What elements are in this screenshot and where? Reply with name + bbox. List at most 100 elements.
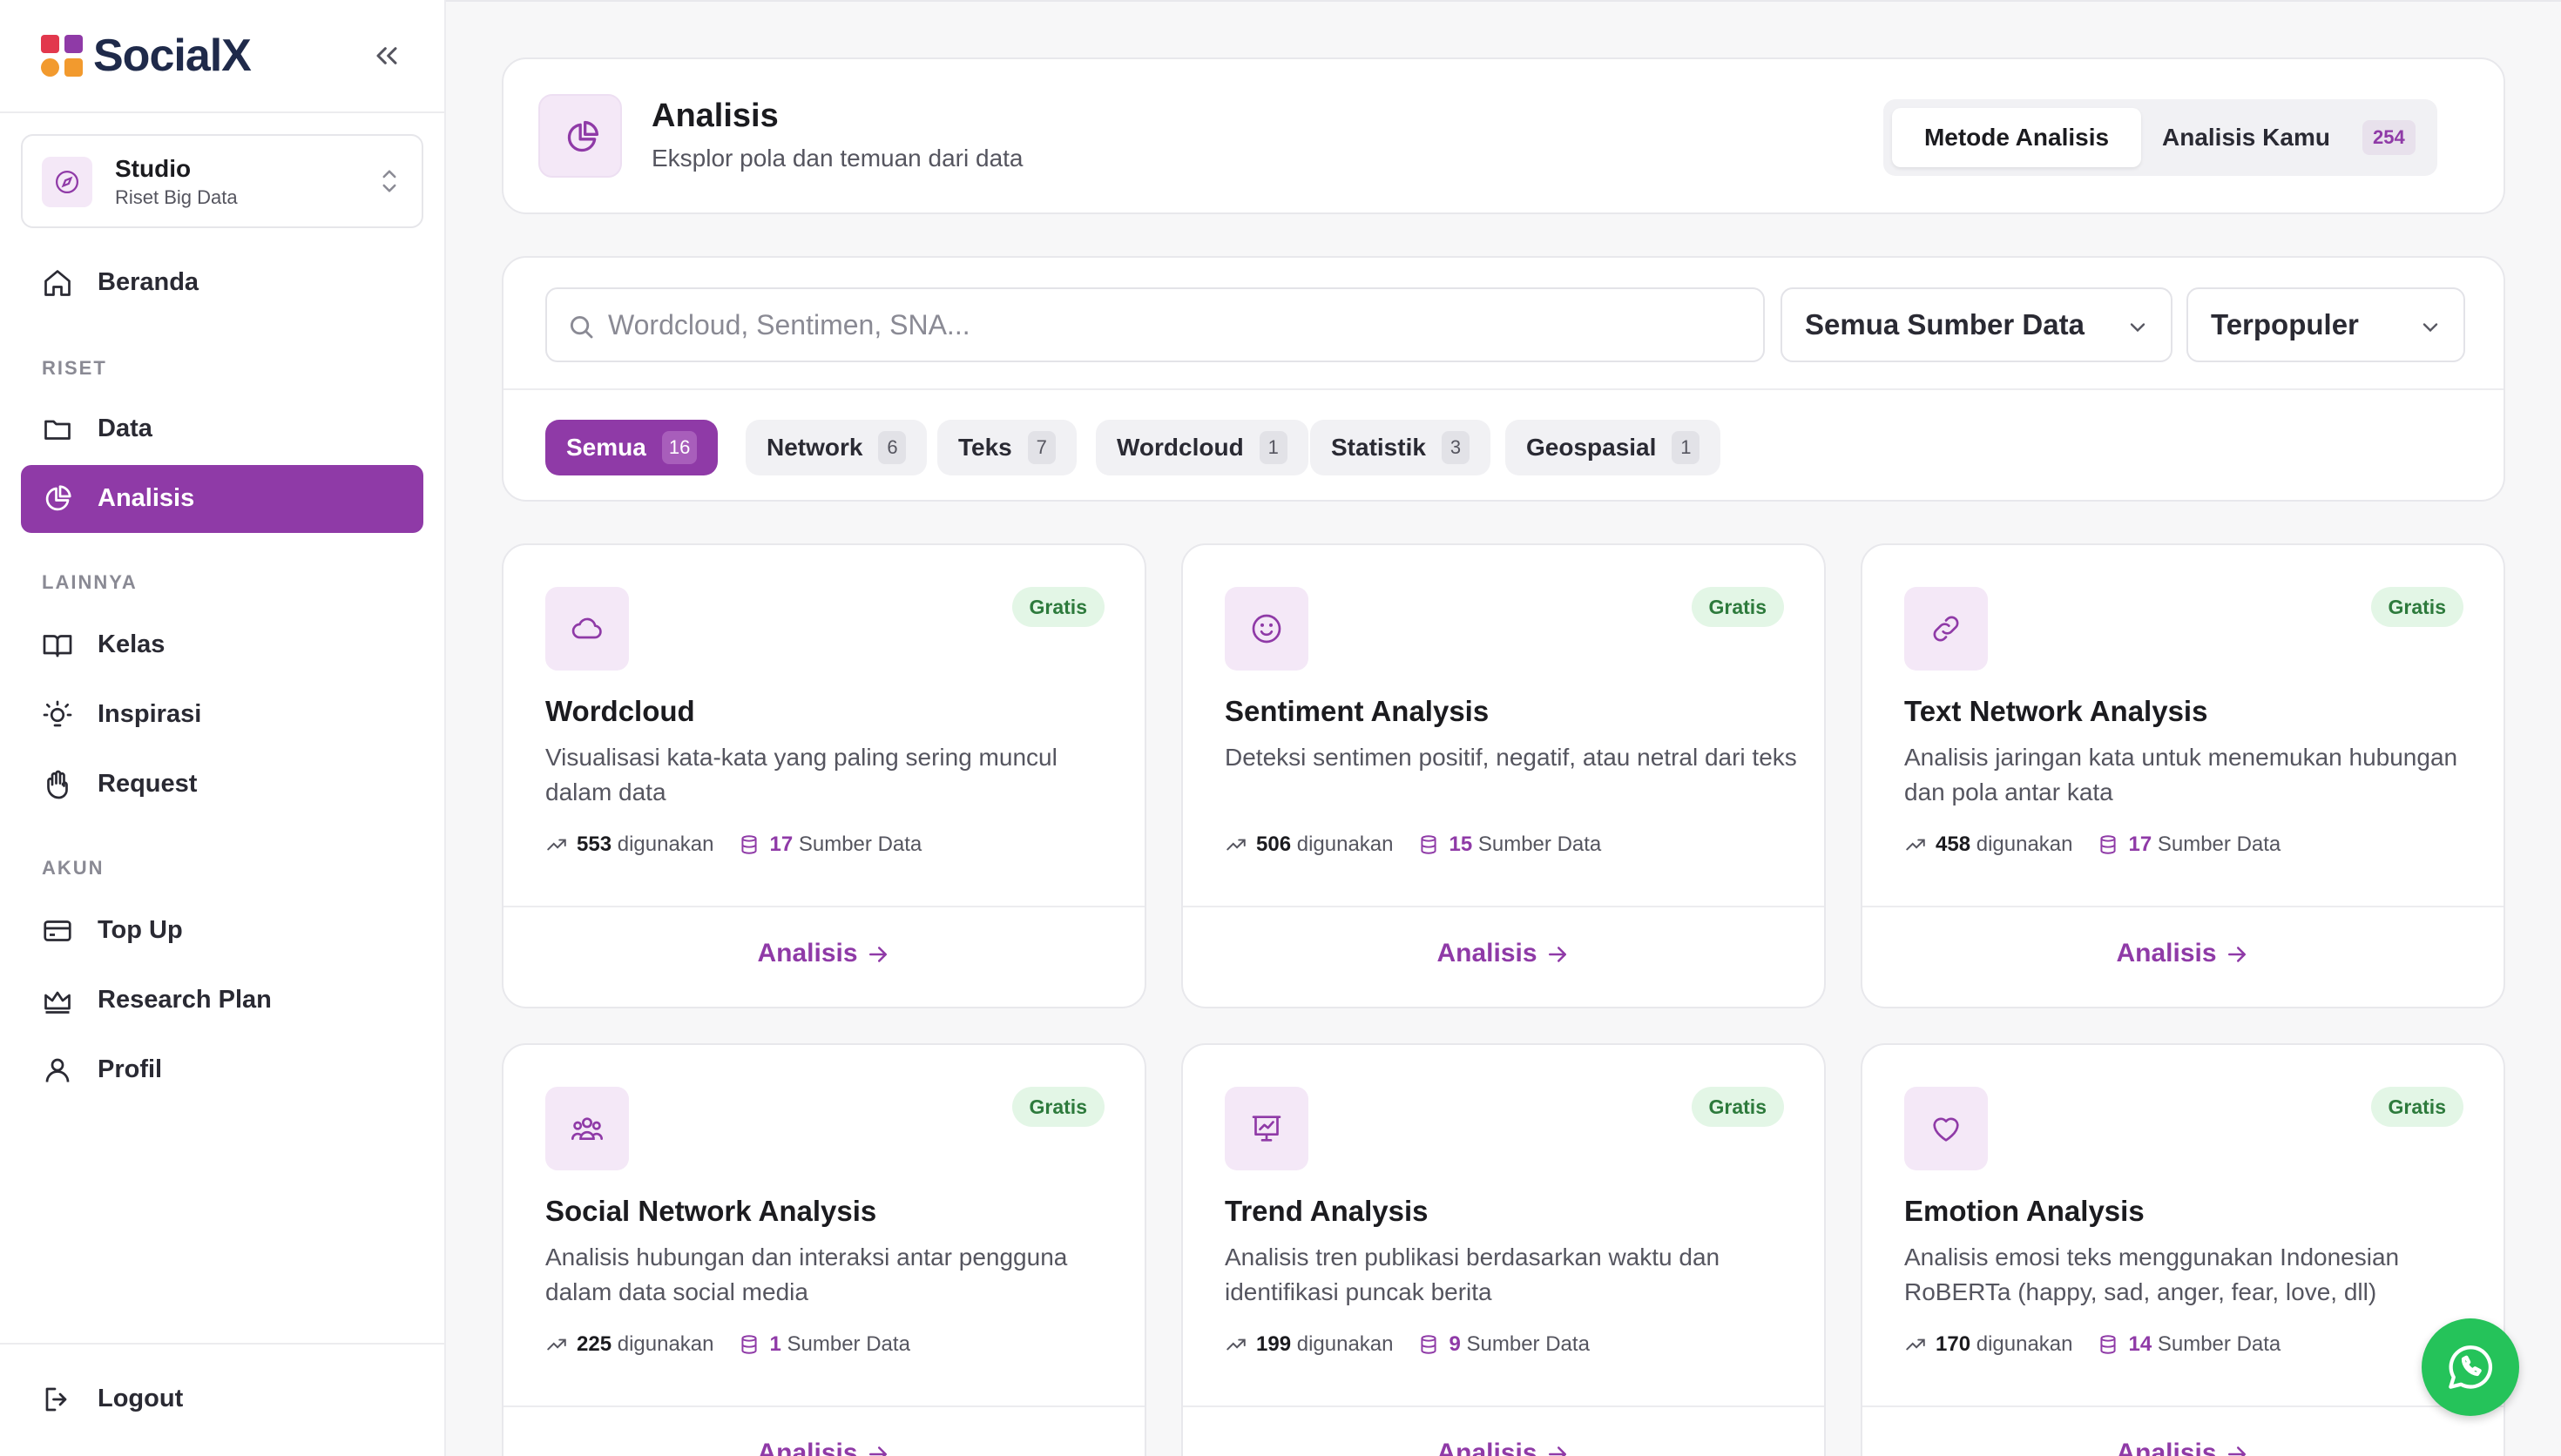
sidebar-item-label: Beranda: [98, 268, 199, 296]
analyze-button[interactable]: Analisis: [1862, 1407, 2504, 1456]
analyze-button[interactable]: Analisis: [1862, 907, 2504, 1007]
chip-count: 1: [1672, 431, 1700, 464]
tab-analisis-kamu[interactable]: Analisis Kamu: [2162, 108, 2330, 167]
search-icon: [570, 315, 593, 339]
count-badge: 254: [2362, 120, 2416, 155]
analyze-label: Analisis: [1436, 939, 1537, 967]
usage-count: 225: [577, 1332, 612, 1356]
source-select-value: Semua Sumber Data: [1805, 308, 2085, 340]
arrow-right-icon: [2227, 1446, 2246, 1456]
sidebar-item-profil[interactable]: Profil: [21, 1036, 423, 1104]
folder-icon: [44, 420, 71, 440]
card-description: Visualisasi kata-kata yang paling sering…: [545, 744, 1058, 806]
analyze-button[interactable]: Analisis: [1183, 1407, 1824, 1456]
sidebar-item-label: Data: [98, 415, 152, 442]
sidebar-item-beranda[interactable]: Beranda: [21, 249, 423, 317]
workspace-subtitle: Riset Big Data: [115, 186, 238, 208]
home-icon: [44, 270, 71, 296]
sidebar-item-label: Kelas: [98, 630, 166, 658]
analyze-button[interactable]: Analisis: [503, 1407, 1145, 1456]
source-label: Sumber Data: [2157, 832, 2281, 856]
chip-label: Wordcloud: [1117, 434, 1244, 461]
card-title: Sentiment Analysis: [1225, 695, 1490, 727]
database-icon: [2100, 1335, 2117, 1354]
arrow-right-icon: [2227, 947, 2246, 962]
chip-label: Geospasial: [1526, 434, 1657, 461]
trending-up-icon: [1906, 1338, 1925, 1351]
sidebar-item-label: Top Up: [98, 916, 183, 944]
usage-label: digunakan: [1296, 1332, 1394, 1356]
workspace-name: Studio: [115, 155, 192, 182]
analyze-label: Analisis: [757, 939, 858, 967]
analysis-card-social-network: Gratis Social Network Analysis Analisis …: [502, 1043, 1146, 1456]
chip-label: Statistik: [1331, 434, 1426, 461]
workspace-switcher[interactable]: Studio Riset Big Data: [21, 134, 423, 228]
sidebar-divider: [0, 1343, 444, 1345]
chip-count: 7: [1027, 431, 1056, 464]
usage-count: 458: [1936, 832, 1971, 856]
chip-semua[interactable]: Semua 16: [545, 420, 719, 475]
chip-count: 3: [1441, 431, 1470, 464]
chip-teks[interactable]: Teks 7: [937, 420, 1077, 475]
page-header-card: Analisis Eksplor pola dan temuan dari da…: [502, 57, 2505, 214]
card-stats: 553 digunakan 17 Sumber Data: [545, 832, 922, 857]
chevrons-up-down-icon: [382, 170, 396, 192]
source-label: Sumber Data: [787, 1332, 910, 1356]
chip-network[interactable]: Network 6: [746, 420, 928, 475]
analyze-button[interactable]: Analisis: [503, 907, 1145, 1007]
sidebar-item-inspirasi[interactable]: Inspirasi: [21, 681, 423, 749]
main-content: Analisis Eksplor pola dan temuan dari da…: [446, 0, 2561, 1456]
database-icon: [2100, 835, 2117, 854]
search-input[interactable]: [608, 301, 1740, 348]
source-label: Sumber Data: [1477, 832, 1602, 856]
sidebar-item-research-plan[interactable]: Research Plan: [21, 967, 423, 1035]
sidebar-item-topup[interactable]: Top Up: [21, 897, 423, 965]
whatsapp-button[interactable]: [2422, 1318, 2519, 1416]
arrow-right-icon: [1548, 947, 1566, 962]
chip-geospasial[interactable]: Geospasial 1: [1505, 420, 1721, 475]
top-border: [446, 0, 2561, 2]
card-stats: 506 digunakan 15 Sumber Data: [1225, 832, 1601, 857]
logout-button[interactable]: Logout: [21, 1365, 423, 1433]
analysis-card-emotion: Gratis Emotion Analysis Analisis emosi t…: [1861, 1043, 2505, 1456]
cloud-icon: [545, 587, 629, 671]
sidebar-item-analisis[interactable]: Analisis: [21, 465, 423, 533]
sidebar-item-data[interactable]: Data: [21, 395, 423, 463]
chevron-down-icon: [2130, 323, 2145, 333]
chip-wordcloud[interactable]: Wordcloud 1: [1096, 420, 1308, 475]
chip-count: 1: [1259, 431, 1287, 464]
filter-card: Semua Sumber Data Terpopuler Semua 16 Ne…: [502, 256, 2505, 502]
hand-icon: [47, 770, 68, 799]
chip-statistik[interactable]: Statistik 3: [1310, 420, 1490, 475]
divider: [503, 388, 2504, 390]
usage-count: 553: [577, 832, 612, 856]
status-badge: Gratis: [2370, 1087, 2463, 1127]
whatsapp-icon: [2449, 1345, 2493, 1389]
chip-count: 16: [661, 431, 698, 464]
usage-label: digunakan: [1976, 1332, 2073, 1356]
status-badge: Gratis: [1691, 587, 1784, 627]
sidebar-item-kelas[interactable]: Kelas: [21, 611, 423, 679]
book-open-icon: [43, 635, 72, 657]
sidebar-item-label: Inspirasi: [98, 700, 202, 728]
sidebar-item-label: Research Plan: [98, 986, 272, 1014]
tab-metode-analisis[interactable]: Metode Analisis: [1892, 108, 2141, 167]
sort-select[interactable]: Terpopuler: [2186, 287, 2465, 362]
sort-select-value: Terpopuler: [2211, 308, 2359, 340]
collapse-sidebar-button[interactable]: [369, 38, 404, 73]
card-stats: 170 digunakan 14 Sumber Data: [1904, 1332, 2281, 1357]
lightbulb-icon: [43, 700, 72, 727]
source-label: Sumber Data: [2157, 1332, 2281, 1356]
analysis-card-sentiment: Gratis Sentiment Analysis Deteksi sentim…: [1181, 543, 1826, 1008]
status-badge: Gratis: [1011, 587, 1105, 627]
crown-icon: [44, 991, 71, 1014]
sidebar-item-request[interactable]: Request: [21, 751, 423, 819]
card-stats: 458 digunakan 17 Sumber Data: [1904, 832, 2281, 857]
source-select[interactable]: Semua Sumber Data: [1781, 287, 2172, 362]
analyze-button[interactable]: Analisis: [1183, 907, 1824, 1007]
card-title: Emotion Analysis: [1904, 1195, 2145, 1227]
section-label-akun: AKUN: [42, 857, 105, 879]
chip-label: Network: [767, 434, 863, 461]
page-subtitle: Eksplor pola dan temuan dari data: [652, 145, 1024, 172]
analyze-label: Analisis: [757, 1439, 858, 1456]
